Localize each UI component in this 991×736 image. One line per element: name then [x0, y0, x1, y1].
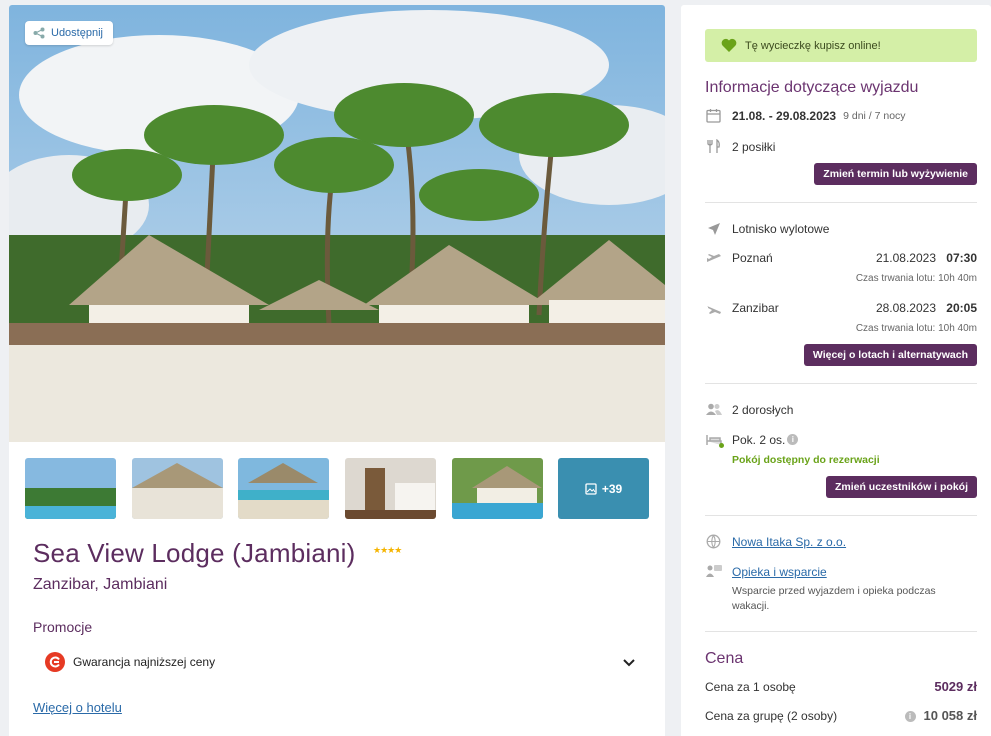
- thumbnail-photo[interactable]: [132, 458, 223, 519]
- hotel-location: Zanzibar, Jambiani: [33, 576, 168, 593]
- online-purchase-banner: Tę wycieczkę kupisz online!: [705, 29, 977, 62]
- gallery-icon: [585, 482, 597, 495]
- meals-row: 2 posiłki: [705, 138, 977, 155]
- promotion-lowest-price[interactable]: Gwarancja najniższej ceny: [33, 648, 639, 676]
- online-purchase-text: Tę wycieczkę kupisz online!: [745, 39, 881, 52]
- divider: [705, 515, 977, 516]
- price-per-person-row: Cena za 1 osobę 5029 zł: [705, 679, 977, 694]
- hotel-name: Sea View Lodge (Jambiani): [33, 538, 356, 568]
- price-group-row: Cena za grupę (2 osoby) i 10 058 zł: [705, 708, 978, 723]
- hotel-stars: ★★★★: [373, 545, 402, 555]
- globe-icon: [705, 533, 722, 550]
- heart-icon: [721, 38, 737, 52]
- more-photos-count: +39: [601, 481, 623, 496]
- support-note: Wsparcie przed wyjazdem i opieka podczas…: [732, 585, 936, 612]
- trip-info-title: Informacje dotyczące wyjazdu: [705, 79, 919, 96]
- more-flights-button[interactable]: Więcej o lotach i alternatywach: [803, 344, 977, 366]
- operator-row: Nowa Itaka Sp. z o.o.: [705, 533, 977, 550]
- price-title: Cena: [705, 650, 744, 667]
- room-availability: Pokój dostępny do rezerwacji: [732, 454, 880, 466]
- support-chat-icon: [705, 563, 722, 580]
- divider: [705, 202, 977, 203]
- price-group-value: i 10 058 zł: [904, 708, 978, 723]
- thumbnail-photo[interactable]: [452, 458, 543, 519]
- divider: [705, 383, 977, 384]
- chevron-down-icon[interactable]: [621, 654, 637, 670]
- outbound-date: 21.08.2023: [875, 251, 936, 265]
- calendar-icon: [705, 107, 722, 124]
- thumbnail-photo[interactable]: [25, 458, 116, 519]
- cutlery-icon: [705, 138, 722, 155]
- price-per-person-value: 5029 zł: [934, 679, 977, 694]
- price-group-amount: 10 058 zł: [923, 708, 978, 723]
- share-button[interactable]: Udostępnij: [25, 21, 113, 45]
- hotel-main-photo[interactable]: Udostępnij: [9, 5, 665, 442]
- share-icon: [33, 27, 45, 39]
- more-about-hotel-link[interactable]: Więcej o hotelu: [33, 700, 122, 715]
- plane-takeoff-icon: [705, 250, 722, 267]
- price-per-person-label: Cena za 1 osobę: [705, 680, 796, 694]
- outbound-city: Poznań: [732, 251, 773, 265]
- navigation-arrow-icon: [705, 220, 722, 237]
- outbound-time: 07:30: [946, 251, 977, 265]
- trip-dates: 21.08. - 29.08.2023: [732, 108, 837, 123]
- departure-airport-title: Lotnisko wylotowe: [732, 221, 830, 236]
- departure-airport-header: Lotnisko wylotowe: [705, 220, 977, 237]
- thumbnail-photo[interactable]: [238, 458, 329, 519]
- meals: 2 posiłki: [732, 139, 776, 154]
- price-guarantee-icon: [45, 652, 65, 672]
- support-row: Opieka i wsparcie: [705, 563, 977, 580]
- return-date: 28.08.2023: [875, 301, 936, 315]
- outbound-duration: Czas trwania lotu: 10h 40m: [855, 273, 977, 284]
- hotel-card: Udostępnij +39 Sea View Lodge (Jambiani)…: [9, 5, 665, 736]
- photo-thumbnails: +39: [25, 458, 649, 519]
- tour-operator-link[interactable]: Nowa Itaka Sp. z o.o.: [732, 535, 846, 549]
- return-time: 20:05: [946, 301, 977, 315]
- trip-duration: 9 dni / 7 nocy: [843, 109, 906, 122]
- bed-icon: [705, 431, 724, 448]
- promotions-title: Promocje: [33, 619, 93, 635]
- return-duration: Czas trwania lotu: 10h 40m: [855, 323, 977, 334]
- participants-row: 2 dorosłych: [705, 401, 977, 418]
- trip-dates-row: 21.08. - 29.08.2023 9 dni / 7 nocy: [705, 107, 977, 124]
- share-label: Udostępnij: [51, 27, 103, 39]
- promotion-label: Gwarancja najniższej ceny: [73, 655, 216, 669]
- change-date-button[interactable]: Zmień termin lub wyżywienie: [814, 163, 977, 185]
- available-dot: [719, 443, 724, 448]
- price-group-label: Cena za grupę (2 osoby): [705, 709, 838, 723]
- room-type: Pok. 2 os.: [732, 432, 786, 447]
- people-icon: [705, 401, 722, 418]
- adults-count: 2 dorosłych: [732, 402, 794, 417]
- plane-landing-icon: [705, 300, 722, 317]
- change-participants-button[interactable]: Zmień uczestników i pokój: [825, 476, 977, 498]
- return-city: Zanzibar: [732, 301, 779, 315]
- thumbnail-photo[interactable]: [345, 458, 436, 519]
- room-row: Pok. 2 os. i: [705, 431, 977, 448]
- divider: [705, 631, 977, 632]
- info-icon[interactable]: i: [904, 711, 916, 722]
- trip-info-panel: Tę wycieczkę kupisz online! Informacje d…: [681, 5, 991, 736]
- more-photos-button[interactable]: +39: [558, 458, 649, 519]
- support-link[interactable]: Opieka i wsparcie: [732, 565, 827, 579]
- info-icon[interactable]: i: [787, 434, 799, 445]
